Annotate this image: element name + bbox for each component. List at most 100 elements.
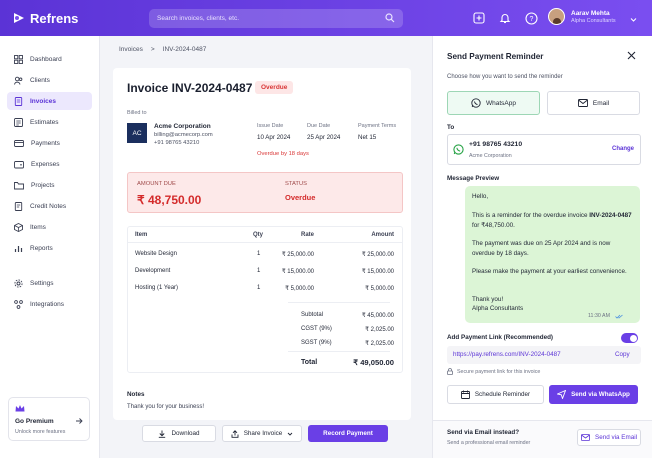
sidebar-item-clients[interactable]: Clients [7,71,92,89]
sidebar-item-invoices[interactable]: Invoices [7,92,92,110]
avatar [548,8,565,25]
row-item: Website Design [135,251,177,257]
header-qty: Qty [253,232,264,238]
calendar-icon [460,390,470,399]
sidebar-item-reports[interactable]: Reports [7,239,92,257]
close-icon[interactable] [627,51,636,60]
share-icon [231,429,239,438]
bar-chart-icon [14,245,23,252]
header-amount: Amount [371,232,394,238]
sidebar-item-label: Integrations [30,300,64,308]
sidebar-item-label: Reports [30,244,53,252]
page-title: Invoice INV-2024-0487 [127,81,253,95]
card-icon [14,139,24,147]
msg-line1-tail: for ₹48,750.00. [472,222,515,229]
client-info: Acme Corporation billing@acmecorp.com +9… [154,123,213,146]
message-preview-label: Message Preview [447,175,500,182]
brand-name: Refrens [30,10,79,26]
go-premium-card[interactable]: Go Premium Unlock more features [8,397,90,441]
share-invoice-button[interactable]: Share Invoice [222,425,302,442]
send-email-button[interactable]: Send via Email [577,429,641,446]
arrow-right-icon [76,418,83,424]
sidebar-item-label: Expenses [31,160,60,168]
sidebar-item-credit-notes[interactable]: Credit Notes [7,197,92,215]
payment-terms: Payment Terms Net 15 [358,123,396,141]
msg-time: 11:30 AM [588,313,610,319]
sidebar-item-label: Projects [31,181,55,189]
whatsapp-option[interactable]: WhatsApp [447,91,540,115]
sidebar-item-projects[interactable]: Projects [7,176,92,194]
record-payment-label: Record Payment [323,430,373,437]
change-recipient-link[interactable]: Change [612,146,634,152]
search-placeholder: Search invoices, clients, etc. [157,15,240,22]
whatsapp-label: WhatsApp [486,99,516,107]
sidebar-item-integrations[interactable]: Integrations [7,295,92,313]
notes-text: Thank you for your business! [127,404,205,410]
msg-line1: This is a reminder for the overdue invoi… [472,211,634,231]
subtotal-label: Subtotal [301,312,324,318]
search-input[interactable]: Search invoices, clients, etc. [149,9,403,28]
row-qty: 1 [257,285,261,291]
sidebar-item-dashboard[interactable]: Dashboard [7,50,92,68]
bell-icon[interactable] [498,11,512,25]
breadcrumb-invoices[interactable]: Invoices [119,46,143,53]
sidebar-item-estimates[interactable]: Estimates [7,113,92,131]
folder-icon [14,181,24,189]
sidebar-item-items[interactable]: Items [7,218,92,236]
status-value: Overdue [285,193,316,202]
mail-icon [577,99,588,107]
copy-link-button[interactable]: Copy [615,351,630,358]
row-qty: 1 [257,251,261,257]
sidebar-item-payments[interactable]: Payments [7,134,92,152]
sidebar-item-label: Dashboard [30,55,62,63]
search-icon [385,13,395,23]
sgst-value: ₹ 2,025.00 [365,341,394,347]
row-amount: ₹ 25,000.00 [361,252,394,258]
record-payment-button[interactable]: Record Payment [308,425,388,442]
brand-logo[interactable]: Refrens [12,11,78,26]
recipient-company: Acme Corporation [469,153,512,159]
gear-icon [14,278,23,288]
double-check-icon [615,314,623,319]
status-label: STATUS [285,181,308,187]
row-item: Hosting (1 Year) [135,285,179,291]
subtotal-value: ₹ 45,000.00 [361,313,394,319]
chevron-down-icon [287,432,293,436]
email-option[interactable]: Email [547,91,640,115]
chevron-down-icon [630,18,637,22]
due-date-value: 25 Apr 2024 [307,134,341,141]
sidebar-item-settings[interactable]: Settings [7,274,92,292]
msg-line3: Please make the payment at your earliest… [472,268,627,275]
issue-date-label: Issue Date [257,123,284,129]
sidebar: Dashboard Clients Invoices Estimates Pay… [0,36,100,458]
notes-section: Notes Thank you for your business! [127,391,204,410]
billed-to-label: Billed to [127,110,147,116]
sidebar-item-label: Credit Notes [30,202,67,210]
msg-greeting: Hello, [472,193,489,200]
svg-text:?: ? [529,16,533,23]
help-icon[interactable]: ? [524,11,538,25]
row-amount: ₹ 15,000.00 [361,269,394,275]
cgst-value: ₹ 2,025.00 [365,327,394,333]
invoice-icon [14,96,23,106]
share-label: Share Invoice [243,430,283,437]
box-icon [14,222,23,232]
client-email: billing@acmecorp.com [154,132,213,138]
download-button[interactable]: Download [142,425,216,442]
plus-square-icon[interactable] [472,11,486,25]
table-header: Item Qty Rate Amount [128,227,402,243]
issue-date: Issue Date 10 Apr 2024 [257,123,290,141]
payment-link-toggle[interactable] [621,333,638,343]
schedule-reminder-label: Schedule Reminder [474,391,531,398]
secure-note-text: Secure payment link for this invoice [457,368,541,375]
amount-due-label: AMOUNT DUE [137,181,176,187]
user-menu[interactable]: Aarav Mehta Alpha Consultants [548,8,637,25]
send-whatsapp-button[interactable]: Send via WhatsApp [549,385,638,404]
overdue-by-text: Overdue by 18 days [257,151,309,157]
recipient-box: +91 98765 43210 Acme Corporation Change [447,134,641,165]
payment-link-url: https://pay.refrens.com/INV-2024-0487 [453,351,561,358]
sidebar-item-expenses[interactable]: Expenses [7,155,92,173]
schedule-reminder-button[interactable]: Schedule Reminder [447,385,544,404]
client-avatar: AC [127,123,147,143]
note-icon [14,201,23,211]
